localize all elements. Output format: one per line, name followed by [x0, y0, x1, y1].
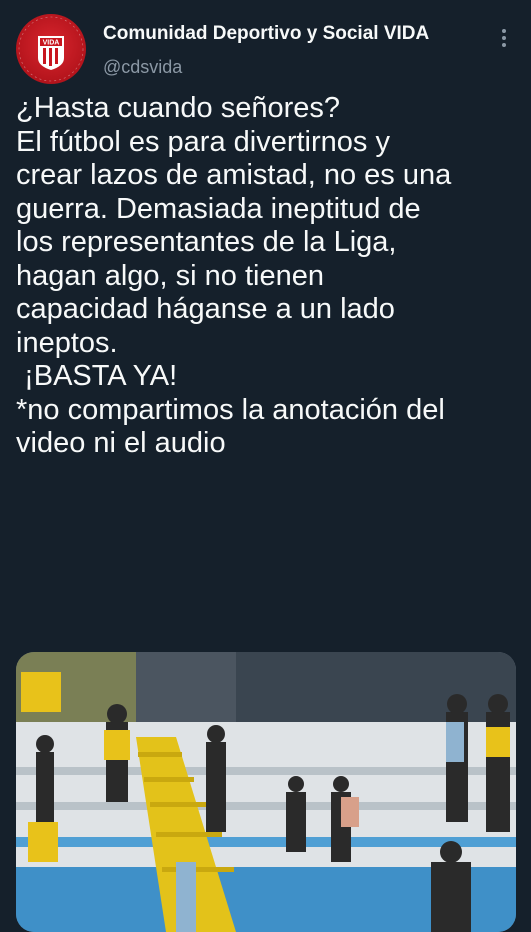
tweet-line: hagan algo, si no tienen — [16, 259, 324, 292]
tweet-line: ¿Hasta cuando señores? — [16, 92, 341, 124]
tweet-line: El fútbol es para divertirnos y — [16, 125, 390, 158]
avatar-crest-text: VIDA — [43, 40, 60, 47]
avatar[interactable]: VIDA — [16, 14, 86, 84]
tweet-line: video ni el audio — [16, 427, 226, 459]
tweet-line: *no compartimos la anotación del — [16, 393, 445, 426]
tweet-line: capacidad háganse a un lado — [16, 293, 395, 325]
video-frame-image — [16, 652, 516, 932]
more-options-icon[interactable] — [496, 26, 512, 50]
tweet-video[interactable] — [16, 652, 516, 932]
club-crest-icon: VIDA — [18, 16, 84, 82]
user-handle[interactable]: @cdsvida — [103, 57, 182, 78]
tweet-line: ¡BASTA YA! — [16, 360, 178, 392]
tweet-line: crear lazos de amistad, no es una — [16, 159, 452, 191]
display-name[interactable]: Comunidad Deportivo y Social VIDA — [103, 23, 429, 45]
tweet-text: ¿Hasta cuando señores? El fútbol es para… — [16, 92, 516, 461]
tweet-line: los representantes de la Liga, — [16, 226, 397, 258]
tweet-line: guerra. Demasiada ineptitud de — [16, 192, 421, 225]
tweet-line: ineptos. — [16, 326, 118, 359]
tweet-header: VIDA Comunidad Deportivo y Social VIDA @… — [0, 0, 531, 90]
